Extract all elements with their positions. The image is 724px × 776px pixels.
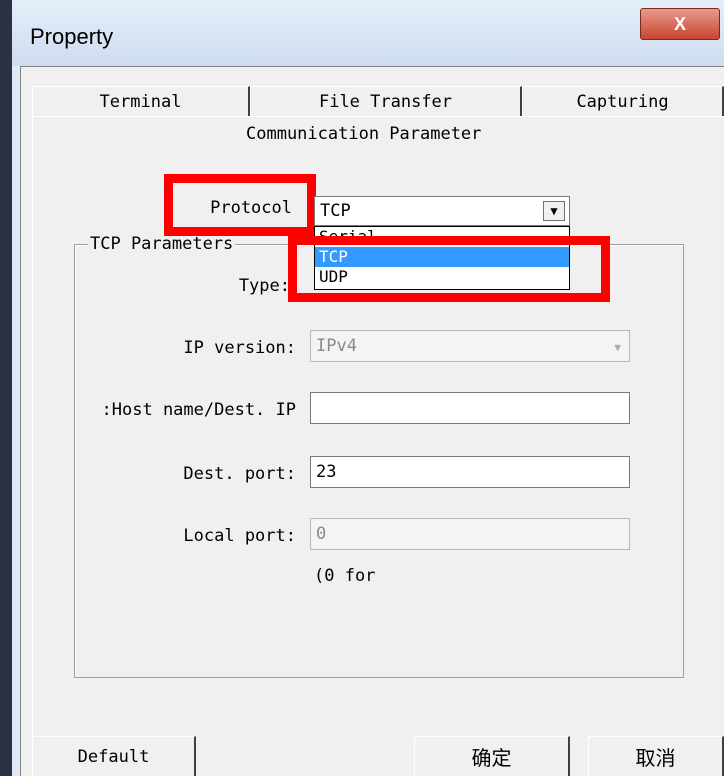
title-bar[interactable] <box>12 0 724 66</box>
cancel-button[interactable]: 取消 <box>588 736 724 776</box>
protocol-value: TCP <box>320 201 351 221</box>
default-button[interactable]: Default <box>32 736 196 776</box>
tcp-option-highlight <box>288 236 610 302</box>
chevron-down-icon: ▼ <box>614 341 621 354</box>
left-window-edge <box>0 0 12 776</box>
chevron-down-icon[interactable]: ▼ <box>543 201 565 221</box>
local-port-hint: (0 for <box>314 566 376 586</box>
dest-host-input[interactable] <box>310 392 630 424</box>
ok-button[interactable]: 确定 <box>414 736 570 776</box>
protocol-select[interactable]: TCP ▼ <box>314 196 570 226</box>
close-button[interactable]: X <box>640 8 720 40</box>
tab-label: Capturing <box>576 91 669 112</box>
tab-file-transfer[interactable]: File Transfer <box>250 86 522 116</box>
local-port-value: 0 <box>316 524 327 544</box>
cancel-button-label: 取消 <box>635 746 676 770</box>
local-port-label: Local port: <box>183 526 296 546</box>
tab-terminal[interactable]: Terminal <box>32 86 250 116</box>
dest-host-label: Host name/Dest. IP: <box>101 400 296 420</box>
ip-version-label: IP version: <box>183 338 296 358</box>
tab-label: Terminal <box>99 91 182 112</box>
dest-port-label: Dest. port: <box>183 464 296 484</box>
window-title: Property <box>30 24 114 49</box>
ok-button-label: 确定 <box>471 746 512 770</box>
tab-label: File Transfer <box>318 91 453 112</box>
default-button-label: Default <box>77 746 150 767</box>
type-label: Type: <box>238 276 290 296</box>
panel-title: Communication Parameter <box>246 124 482 144</box>
dest-port-value: 23 <box>316 462 337 482</box>
close-icon: X <box>673 13 686 34</box>
tab-capturing[interactable]: Capturing <box>522 86 724 116</box>
tcp-parameters-label: TCP Parameters <box>88 234 236 254</box>
local-port-input[interactable]: 0 <box>310 518 630 550</box>
protocol-label-highlight <box>164 174 316 236</box>
ip-version-value: IPv4 <box>316 336 357 356</box>
ip-version-select[interactable]: IPv4 ▼ <box>310 330 630 362</box>
dest-port-input[interactable]: 23 <box>310 456 630 488</box>
